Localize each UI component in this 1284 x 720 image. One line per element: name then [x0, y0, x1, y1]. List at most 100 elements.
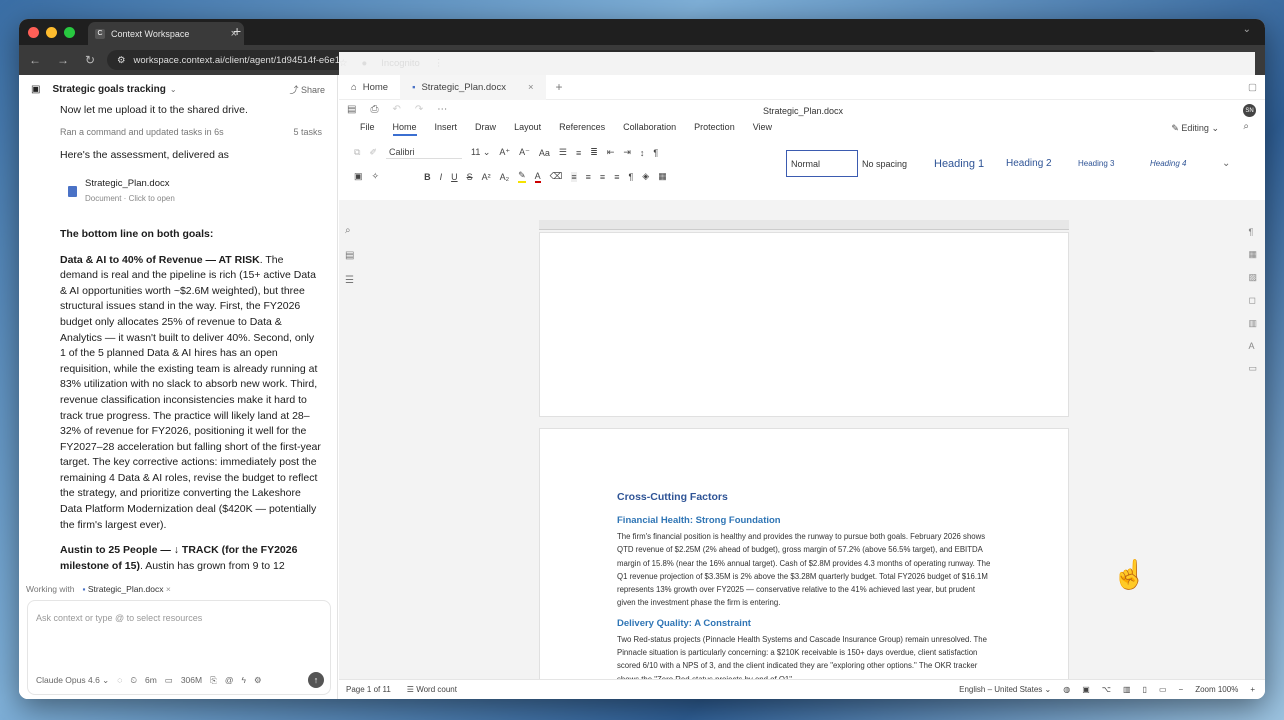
format-painter-icon[interactable]: ✐: [369, 147, 377, 158]
line-spacing-icon[interactable]: ↕: [640, 148, 645, 158]
subscript-icon[interactable]: A₂: [500, 172, 510, 182]
copy-icon[interactable]: ⧉: [354, 147, 360, 158]
track-changes-icon[interactable]: ⌥: [1102, 685, 1111, 694]
chevron-down-icon[interactable]: ⌄: [170, 85, 177, 94]
working-file-chip[interactable]: ▪ Strategic_Plan.docx ×: [83, 584, 171, 594]
maximize-window-button[interactable]: [64, 26, 75, 38]
style-heading-1[interactable]: Heading 1: [930, 150, 1002, 177]
close-window-button[interactable]: [28, 26, 39, 38]
indent-icon[interactable]: ⇥: [623, 147, 631, 158]
share-button[interactable]: ⤴ Share: [289, 83, 325, 96]
font-color-icon[interactable]: A: [534, 171, 541, 183]
eraser-icon[interactable]: ⌫: [550, 171, 563, 182]
save-icon[interactable]: ▤: [347, 104, 356, 115]
clear-format-icon[interactable]: ✧: [372, 171, 380, 182]
style-no-spacing[interactable]: No spacing: [858, 150, 930, 177]
align-right-icon[interactable]: ≡: [600, 172, 605, 182]
highlight-icon[interactable]: ✎: [518, 170, 526, 183]
paste-icon[interactable]: ▣: [354, 171, 363, 182]
add-tab-button[interactable]: +: [556, 80, 563, 94]
table-settings-icon[interactable]: ▦: [1248, 249, 1257, 260]
site-info-icon[interactable]: ⚙: [117, 55, 126, 66]
zoom-out-icon[interactable]: −: [1179, 685, 1184, 694]
font-family-select[interactable]: Calibri: [385, 146, 462, 159]
borders-icon[interactable]: ▦: [658, 171, 667, 182]
style-heading-4[interactable]: Heading 4: [1146, 150, 1218, 177]
new-tab-button[interactable]: +: [233, 23, 241, 39]
navigation-icon[interactable]: ☰: [345, 275, 354, 286]
align-center-icon[interactable]: ≡: [586, 172, 591, 182]
outdent-icon[interactable]: ⇤: [607, 147, 615, 158]
tab-document[interactable]: ▪ Strategic_Plan.docx ×: [400, 74, 546, 100]
settings-icon[interactable]: ⚙: [254, 675, 262, 686]
word-count-button[interactable]: ☰ Word count: [407, 685, 457, 694]
close-doc-tab-icon[interactable]: ×: [528, 82, 534, 93]
italic-icon[interactable]: I: [440, 172, 443, 182]
comments-icon[interactable]: ▤: [345, 250, 354, 261]
multilevel-icon[interactable]: ≣: [590, 147, 598, 158]
menu-home[interactable]: Home: [392, 122, 417, 136]
send-button[interactable]: ↑: [308, 672, 324, 688]
mail-merge-icon[interactable]: ▭: [1248, 363, 1257, 374]
tab-search-icon[interactable]: ⌄: [1243, 24, 1251, 35]
mention-icon[interactable]: @: [225, 675, 234, 685]
undo-icon[interactable]: ↶: [392, 104, 400, 115]
search-icon[interactable]: ⌕: [1243, 121, 1249, 132]
chat-title[interactable]: Strategic goals tracking: [52, 84, 165, 95]
strikethrough-icon[interactable]: S: [467, 172, 473, 182]
spellcheck-icon[interactable]: ▣: [1082, 685, 1090, 694]
tasks-badge[interactable]: 5 tasks: [293, 125, 322, 141]
pilcrow-icon[interactable]: ¶: [653, 148, 658, 158]
redo-icon[interactable]: ↷: [415, 104, 423, 115]
style-heading-2[interactable]: Heading 2: [1002, 150, 1074, 177]
menu-view[interactable]: View: [753, 122, 772, 136]
document-page-1[interactable]: [539, 232, 1069, 417]
menu-collaboration[interactable]: Collaboration: [623, 122, 676, 136]
numbering-icon[interactable]: ≡: [576, 148, 581, 158]
paragraph-settings-icon[interactable]: ¶: [1248, 227, 1257, 237]
text-art-icon[interactable]: A: [1248, 341, 1257, 351]
find-icon[interactable]: ⌕: [345, 225, 354, 236]
menu-file[interactable]: File: [360, 122, 375, 136]
align-left-icon[interactable]: ≡: [571, 171, 577, 182]
lightning-icon[interactable]: ϟ: [242, 675, 247, 685]
browser-tab[interactable]: C Context Workspace ×: [88, 22, 244, 45]
remove-chip-icon[interactable]: ×: [166, 584, 171, 594]
menu-icon[interactable]: ⋮: [434, 58, 444, 69]
shape-settings-icon[interactable]: ◻: [1248, 295, 1257, 306]
menu-insert[interactable]: Insert: [435, 122, 458, 136]
bullets-icon[interactable]: ☰: [559, 147, 567, 158]
file-card[interactable]: Strategic_Plan.docx Document · Click to …: [60, 170, 322, 213]
attach-icon[interactable]: ⎘: [210, 675, 217, 686]
superscript-icon[interactable]: A²: [482, 172, 491, 182]
editing-mode-button[interactable]: ✎ Editing ⌄: [1171, 123, 1219, 134]
menu-protection[interactable]: Protection: [694, 122, 735, 136]
shrink-font-icon[interactable]: A⁻: [519, 147, 530, 158]
justify-icon[interactable]: ≡: [614, 172, 619, 182]
image-settings-icon[interactable]: ▨: [1248, 272, 1257, 283]
command-note-row[interactable]: Ran a command and updated tasks in 6s 5 …: [60, 125, 322, 141]
styles-expand-icon[interactable]: ⌄: [1222, 158, 1230, 169]
menu-draw[interactable]: Draw: [475, 122, 496, 136]
grow-font-icon[interactable]: A⁺: [499, 147, 510, 158]
print-icon[interactable]: ⎙: [370, 104, 378, 115]
language-select[interactable]: English – United States ⌄: [959, 685, 1051, 694]
change-case-icon[interactable]: Aa: [539, 148, 550, 158]
style-normal[interactable]: Normal: [786, 150, 858, 177]
chart-settings-icon[interactable]: ▥: [1248, 318, 1257, 329]
bold-icon[interactable]: B: [424, 172, 431, 182]
panel-toggle-icon[interactable]: ▢: [1248, 82, 1257, 93]
minimize-window-button[interactable]: [46, 26, 57, 38]
globe-icon[interactable]: ◍: [1063, 685, 1070, 694]
ruler[interactable]: [539, 220, 1069, 230]
style-heading-3[interactable]: Heading 3: [1074, 150, 1146, 177]
menu-references[interactable]: References: [559, 122, 605, 136]
chat-input-box[interactable]: Ask context or type @ to select resource…: [27, 600, 331, 695]
view-icon[interactable]: ▥: [1123, 685, 1131, 694]
paragraph-mark-icon[interactable]: ¶: [628, 172, 633, 182]
back-icon[interactable]: ←: [29, 53, 41, 67]
bookmark-star-icon[interactable]: ☆: [339, 58, 348, 69]
more-icon[interactable]: ⋯: [437, 104, 447, 115]
document-page-2[interactable]: Cross-Cutting Factors Financial Health: …: [539, 428, 1069, 698]
underline-icon[interactable]: U: [451, 172, 458, 182]
